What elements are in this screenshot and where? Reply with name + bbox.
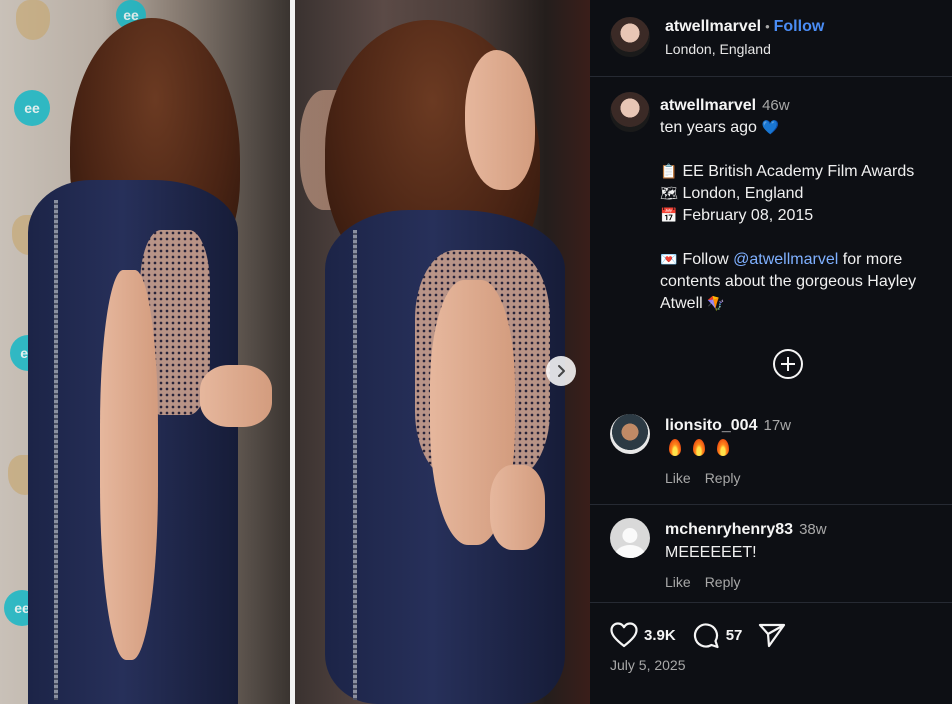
bafta-mask-backdrop (16, 0, 50, 40)
comment-divider (590, 504, 952, 505)
calendar-icon: 📅 (660, 208, 678, 224)
comment-icon[interactable] (692, 621, 720, 649)
comment-reply-button[interactable]: Reply (705, 574, 741, 590)
author-line: atwellmarvel • Follow (665, 18, 824, 36)
comment-text-fire-emojis (669, 439, 741, 461)
caption-place-line: 🗺 London, England (660, 183, 945, 205)
commenter-avatar[interactable] (610, 518, 650, 558)
fire-icon (669, 439, 681, 456)
post-side-panel: atwellmarvel • Follow London, England atwe… (590, 0, 952, 704)
fire-icon (693, 439, 705, 456)
post-header: atwellmarvel • Follow London, England (590, 0, 952, 77)
caption-text: ten years ago (660, 119, 757, 136)
photo-left: ee ee ee ee (0, 0, 290, 704)
hand (490, 465, 545, 550)
comment-actions: Like Reply (665, 470, 754, 486)
ee-logo-backdrop: ee (14, 90, 50, 126)
arm (100, 270, 158, 660)
next-photo-button[interactable] (546, 356, 576, 386)
caption-mention-link[interactable]: @atwellmarvel (733, 251, 838, 268)
post-date: July 5, 2025 (610, 657, 686, 673)
photo-right (295, 0, 590, 704)
separator-dot: • (765, 19, 770, 34)
post-location[interactable]: London, England (665, 41, 771, 57)
post-media[interactable]: ee ee ee ee (0, 0, 590, 704)
comment-count[interactable]: 57 (726, 627, 743, 644)
comment-like-button[interactable]: Like (665, 470, 691, 486)
hand (200, 365, 272, 427)
comment-text: MEEEEEET! (665, 544, 757, 561)
caption-line-1: ten years ago 💙 (660, 117, 945, 139)
caption-author-avatar[interactable] (610, 92, 650, 132)
caption-follow-line: 💌 Follow @atwellmarvel for more contents… (660, 249, 945, 315)
like-count[interactable]: 3.9K (644, 627, 676, 644)
commenter-avatar[interactable] (610, 414, 650, 454)
post-action-bar: 3.9K 57 (610, 621, 786, 649)
send-icon[interactable] (758, 622, 786, 648)
blue-heart-icon: 💙 (761, 120, 780, 136)
chevron-right-icon (558, 365, 565, 377)
comment-time: 38w (799, 521, 827, 538)
clipboard-icon: 📋 (660, 164, 678, 180)
caption-author-username[interactable]: atwellmarvel (660, 97, 756, 114)
caption-event: EE British Academy Film Awards (682, 163, 915, 180)
heart-icon[interactable] (610, 622, 638, 648)
actions-divider (590, 602, 952, 603)
caption-date: February 08, 2015 (682, 207, 814, 224)
zipper (54, 200, 58, 700)
face (465, 50, 535, 190)
follow-button[interactable]: Follow (774, 18, 825, 35)
caption-follow-prefix: Follow (682, 251, 734, 268)
caption-time: 46w (762, 97, 790, 114)
world-map-icon: 🗺 (660, 186, 678, 202)
author-avatar[interactable] (610, 17, 650, 57)
zipper (353, 230, 357, 700)
comment-username[interactable]: lionsito_004 (665, 417, 757, 434)
caption-event-line: 📋 EE British Academy Film Awards (660, 161, 945, 183)
caption: atwellmarvel 46w ten years ago 💙 📋 EE Bri… (660, 95, 945, 315)
plus-circle-icon[interactable] (773, 349, 803, 379)
comment-header: mchenryhenry83 38w (665, 521, 827, 539)
comment-username[interactable]: mchenryhenry83 (665, 521, 793, 538)
author-username[interactable]: atwellmarvel (665, 18, 761, 35)
comment-time: 17w (763, 417, 792, 434)
comment-header: lionsito_004 17w (665, 417, 791, 435)
caption-place: London, England (682, 185, 804, 202)
caption-date-line: 📅 February 08, 2015 (660, 205, 945, 227)
comment-actions: Like Reply (665, 574, 754, 590)
comment-reply-button[interactable]: Reply (705, 470, 741, 486)
fire-icon (717, 439, 729, 456)
kite-icon: 🪁 (707, 296, 725, 312)
comment-like-button[interactable]: Like (665, 574, 691, 590)
love-letter-icon: 💌 (660, 252, 678, 268)
